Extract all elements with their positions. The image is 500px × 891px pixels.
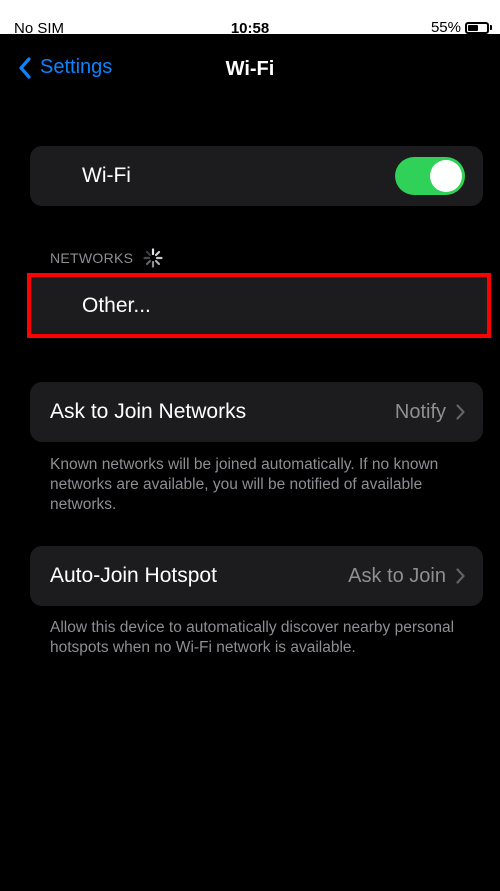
ask-to-join-value: Notify [394, 400, 446, 423]
toggle-knob [430, 160, 462, 192]
wifi-toggle-switch[interactable] [395, 157, 465, 195]
networks-header-label: NETWORKS [50, 250, 134, 266]
networks-section-header: NETWORKS [50, 248, 163, 268]
battery-icon [465, 21, 489, 34]
chevron-right-icon [456, 404, 465, 420]
auto-join-hotspot-label: Auto-Join Hotspot [50, 564, 217, 587]
ask-to-join-label: Ask to Join Networks [50, 400, 247, 423]
auto-join-hotspot-value: Ask to Join [348, 564, 446, 587]
status-bar: No SIM 10:58 55% [0, 0, 500, 37]
chevron-right-icon [456, 568, 465, 584]
ask-to-join-row[interactable]: Ask to Join Networks Notify [30, 382, 483, 442]
wifi-label: Wi-Fi [82, 164, 131, 187]
highlight-box [27, 273, 491, 338]
loading-spinner-icon [143, 248, 163, 268]
wifi-toggle-row: Wi-Fi [30, 146, 483, 206]
auto-join-hotspot-footnote: Allow this device to automatically disco… [50, 619, 455, 656]
auto-join-hotspot-row[interactable]: Auto-Join Hotspot Ask to Join [30, 546, 483, 606]
page-title: Wi-Fi [225, 58, 275, 80]
navigation-bar: Settings Wi-Fi [0, 34, 500, 90]
ask-to-join-footnote: Known networks will be joined automatica… [50, 456, 439, 513]
